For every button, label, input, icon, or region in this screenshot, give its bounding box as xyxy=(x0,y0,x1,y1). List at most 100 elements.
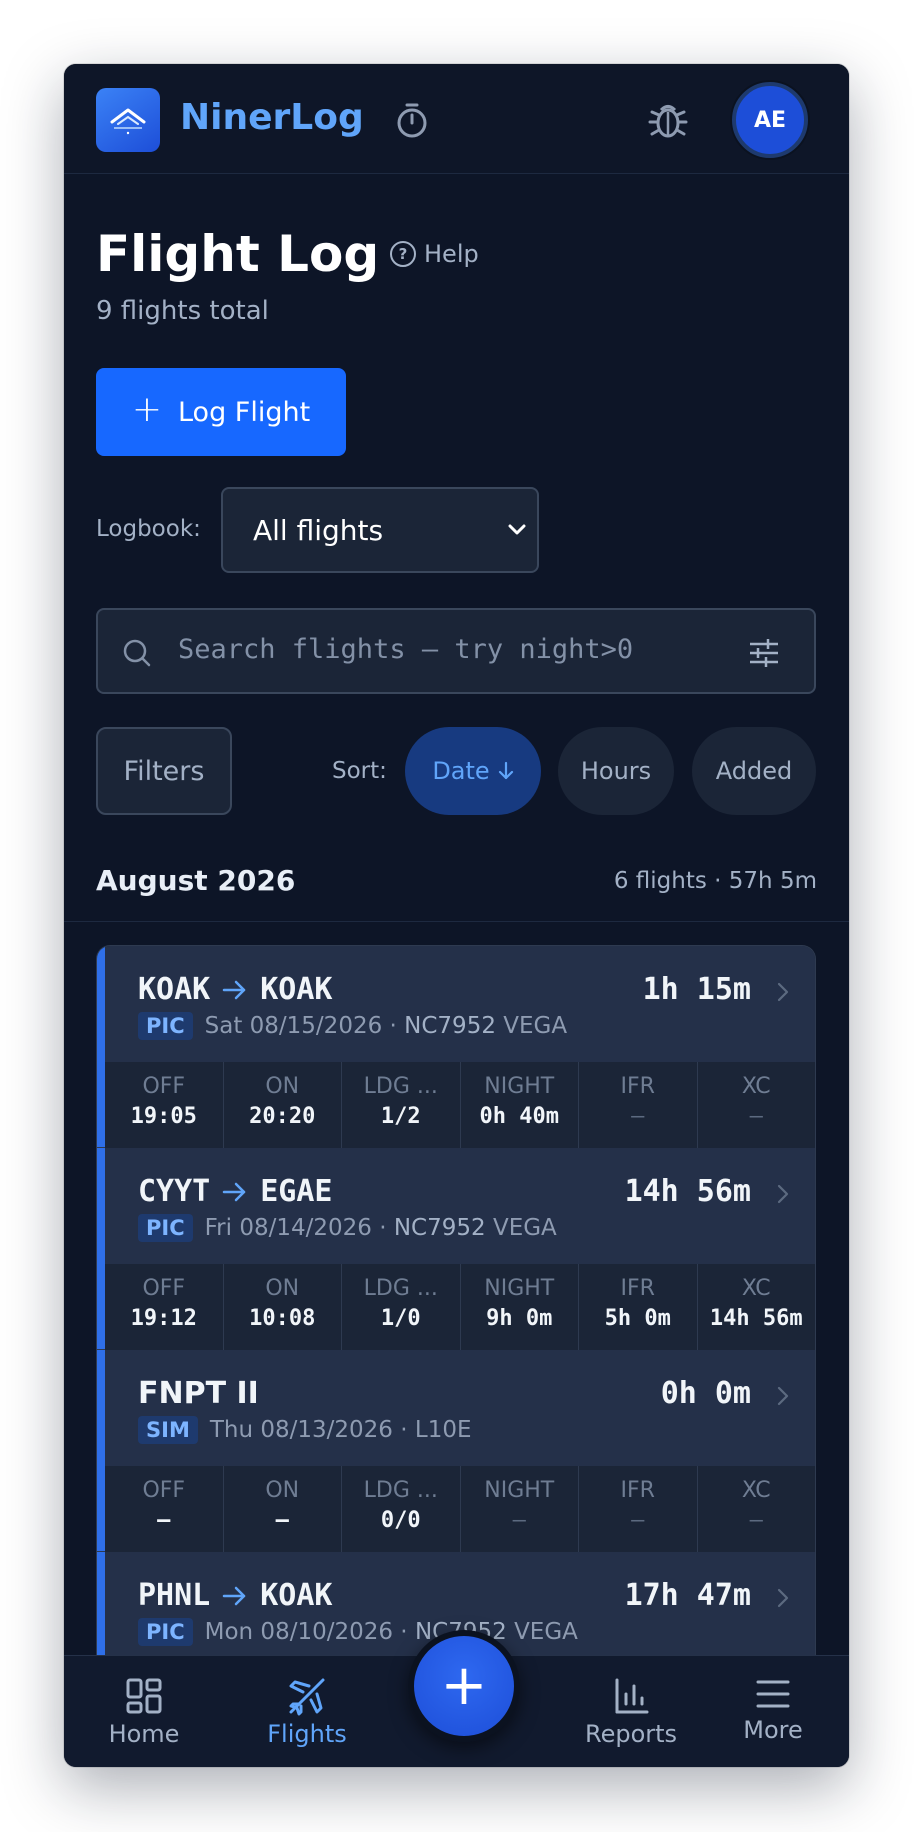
tail-number: NC7952 xyxy=(393,1215,486,1241)
logbook-label: Logbook: xyxy=(96,516,201,542)
log-flight-label: Log Flight xyxy=(177,396,311,428)
flight-date: Thu 08/13/2026 · L10E xyxy=(209,1417,472,1443)
month-heading: August 2026 xyxy=(96,864,296,897)
role-badge: PIC xyxy=(138,1618,193,1646)
flight-meta: PIC Mon 08/10/2026 · NC7952 VEGA xyxy=(138,1618,578,1646)
flight-card[interactable]: FNPT II 0h 0m SIM Thu 08/13/2026 · L10E … xyxy=(97,1350,815,1552)
nav-reports-label: Reports xyxy=(584,1720,678,1748)
role-badge: PIC xyxy=(138,1012,193,1040)
grid-icon xyxy=(126,1678,162,1714)
stat-night: NIGHT — xyxy=(461,1466,579,1552)
stat-night: NIGHT 0h 40m xyxy=(461,1062,579,1148)
stat-landings: LDG ... 1/0 xyxy=(342,1264,461,1350)
stat-on: ON 20:20 xyxy=(224,1062,342,1148)
tail-number: NC7952 xyxy=(404,1013,496,1039)
bug-icon[interactable] xyxy=(646,98,690,142)
departure-airport: PHNL xyxy=(138,1578,211,1613)
flight-stats: OFF 19:05 ON 20:20 LDG ... 1/2 NIGHT 0h 40m … xyxy=(105,1062,815,1148)
flight-card[interactable]: CYYT EGAE 14h 56m PIC Fri 08/14/2026 · N… xyxy=(97,1148,815,1350)
chevron-down-icon xyxy=(508,524,526,535)
sim-device-id: L10E xyxy=(414,1417,472,1443)
stat-landings: LDG ... 1/2 xyxy=(342,1062,461,1148)
flight-count: 9 flights total xyxy=(96,296,269,326)
month-stats: 6 flights · 57h 5m xyxy=(613,868,817,894)
section-divider xyxy=(64,921,849,922)
flight-list: KOAK KOAK 1h 15m PIC Sat 08/15/2026 · NC… xyxy=(96,945,816,1705)
departure-airport: KOAK xyxy=(138,972,211,1007)
aircraft-type: VEGA xyxy=(492,1215,557,1241)
flight-card[interactable]: KOAK KOAK 1h 15m PIC Sat 08/15/2026 · NC… xyxy=(97,946,815,1148)
nav-flights[interactable]: Flights xyxy=(232,1676,382,1748)
stat-xc: XC — xyxy=(741,1478,771,1533)
flight-card-header: CYYT EGAE 14h 56m PIC Fri 08/14/2026 · N… xyxy=(105,1148,815,1264)
nav-more[interactable]: More xyxy=(708,1676,838,1744)
flight-meta: PIC Sat 08/15/2026 · NC7952 VEGA xyxy=(138,1012,567,1040)
flight-route: KOAK KOAK xyxy=(138,972,333,1007)
top-bar: NinerLog AE xyxy=(64,64,849,174)
menu-icon xyxy=(756,1680,790,1708)
logo-icon xyxy=(110,108,146,135)
stat-on: ON — xyxy=(224,1466,342,1552)
plane-icon xyxy=(289,1678,325,1716)
flight-card-header: FNPT II 0h 0m SIM Thu 08/13/2026 · L10E xyxy=(105,1350,815,1466)
role-badge: PIC xyxy=(138,1214,193,1242)
chevron-right-icon xyxy=(777,1386,789,1406)
stat-ifr: IFR — xyxy=(579,1062,698,1148)
chevron-right-icon xyxy=(777,982,789,1002)
log-flight-button[interactable]: + Log Flight xyxy=(96,368,346,456)
flight-total-time: 1h 15m xyxy=(642,972,751,1007)
flight-total-time: 0h 0m xyxy=(660,1376,751,1411)
plus-icon: + xyxy=(131,389,162,430)
help-icon: ? xyxy=(390,241,416,267)
stat-ifr: IFR — xyxy=(579,1466,698,1552)
sliders-icon[interactable] xyxy=(748,638,780,668)
flight-meta: SIM Thu 08/13/2026 · L10E xyxy=(138,1416,472,1444)
flight-route: PHNL KOAK xyxy=(138,1578,333,1613)
flight-route: CYYT EGAE xyxy=(138,1174,333,1209)
flight-route: FNPT II xyxy=(138,1376,259,1411)
departure-airport: CYYT xyxy=(138,1174,211,1209)
arrival-airport: KOAK xyxy=(260,972,333,1007)
aircraft-type: VEGA xyxy=(514,1619,578,1645)
stat-xc: XC 14h 56m xyxy=(709,1276,803,1331)
arrow-right-icon xyxy=(223,980,246,999)
search-placeholder: Search flights — try night>0 xyxy=(178,634,634,665)
flight-total-time: 17h 47m xyxy=(624,1578,751,1613)
flight-stats: OFF — ON — LDG ... 0/0 NIGHT — IFR — XC — xyxy=(105,1466,815,1552)
filters-button[interactable]: Filters xyxy=(96,727,232,815)
flight-date: Fri 08/14/2026 · NC7952 VEGA xyxy=(204,1215,557,1241)
aircraft-type: VEGA xyxy=(503,1013,568,1039)
logbook-selected-value: All flights xyxy=(253,513,384,547)
chevron-right-icon xyxy=(777,1588,789,1608)
bar-chart-icon xyxy=(615,1678,649,1714)
flight-date: Sat 08/15/2026 · NC7952 VEGA xyxy=(204,1013,568,1039)
nav-home-label: Home xyxy=(108,1720,180,1748)
flight-card-header: KOAK KOAK 1h 15m PIC Sat 08/15/2026 · NC… xyxy=(105,946,815,1062)
arrow-down-icon xyxy=(498,761,513,780)
sort-hours-button[interactable]: Hours xyxy=(558,727,674,815)
stopwatch-icon[interactable] xyxy=(394,100,430,140)
sort-date-button[interactable]: Date xyxy=(405,727,541,815)
stat-xc: XC — xyxy=(741,1074,771,1129)
role-badge: SIM xyxy=(138,1416,198,1444)
nav-flights-label: Flights xyxy=(267,1720,347,1748)
avatar[interactable]: AE xyxy=(732,82,808,158)
nav-reports[interactable]: Reports xyxy=(556,1676,706,1748)
search-input[interactable]: Search flights — try night>0 xyxy=(96,608,816,694)
logo[interactable] xyxy=(96,88,160,152)
sort-added-button[interactable]: Added xyxy=(692,727,816,815)
arrival-airport: EGAE xyxy=(260,1174,333,1209)
add-flight-fab[interactable]: + xyxy=(408,1630,520,1742)
logbook-select[interactable]: All flights xyxy=(221,487,539,573)
flight-stats: OFF 19:12 ON 10:08 LDG ... 1/0 NIGHT 9h 0m I… xyxy=(105,1264,815,1350)
app-window: NinerLog AE Flight Log ? Help 9 flights … xyxy=(64,64,849,1767)
brand-name[interactable]: NinerLog xyxy=(180,96,364,140)
stat-landings: LDG ... 0/0 xyxy=(342,1466,461,1552)
arrival-airport: KOAK xyxy=(260,1578,333,1613)
help-link[interactable]: ? Help xyxy=(390,240,479,268)
chevron-right-icon xyxy=(777,1184,789,1204)
page-title: Flight Log xyxy=(96,225,380,283)
stat-off: OFF 19:12 xyxy=(105,1264,224,1350)
nav-home[interactable]: Home xyxy=(69,1676,219,1748)
nav-more-label: More xyxy=(743,1716,803,1744)
